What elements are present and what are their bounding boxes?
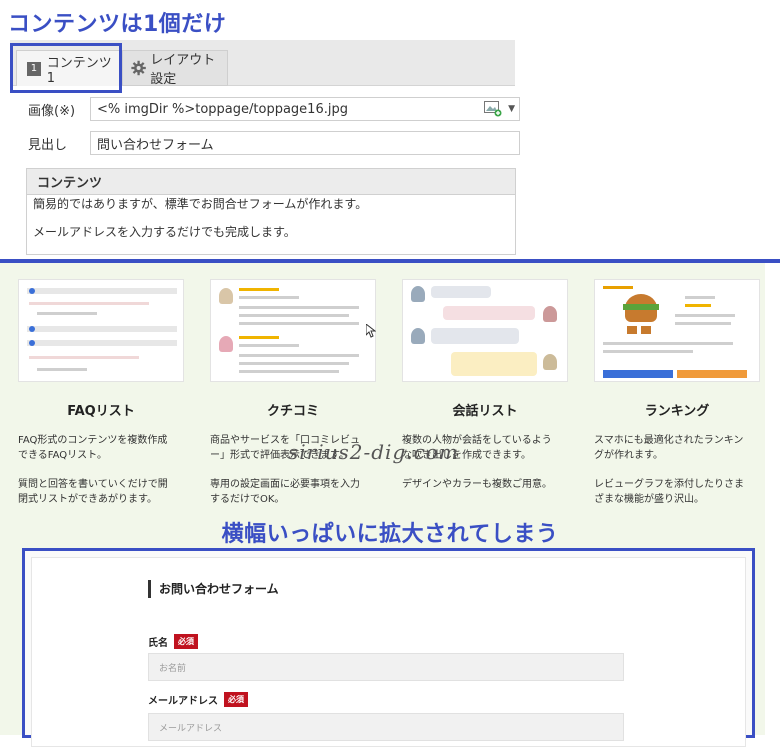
heading-input[interactable]: 問い合わせフォーム [90,131,520,155]
email-placeholder: メールアドレス [159,723,223,734]
email-label-text: メールアドレス [148,696,218,707]
name-input[interactable]: お名前 [148,653,624,681]
card-kuchikomi[interactable]: クチコミ 商品やサービスを「口コミレビュー」形式で評価表示できます。 専用の設定… [210,279,376,521]
card-desc-line: 専用の設定画面に必要事項を入力するだけでOK。 [210,479,360,505]
card-desc-line: 質問と回答を書いていくだけで開閉式リストができあがります。 [18,479,168,505]
content-editor[interactable]: コンテンツ 簡易的ではありますが、標準でお問合せフォームが作れます。 メールアド… [26,168,516,255]
image-row: 画像(※) <% imgDir %>toppage/toppage16.jpg … [10,96,520,122]
name-label-text: 氏名 [148,638,168,649]
feature-section: FAQリスト FAQ形式のコンテンツを複数作成できるFAQリスト。 質問と回答を… [0,263,765,747]
conversation-thumbnail [402,279,568,382]
annotation-frame: お問い合わせフォーム 氏名 必須 お名前 メールアドレス 必須 メールアドレス [22,548,755,747]
image-picker-button[interactable]: ▼ [484,101,515,117]
card-desc-line: FAQ形式のコンテンツを複数作成できるFAQリスト。 [18,435,168,461]
image-path-value: <% imgDir %>toppage/toppage16.jpg [97,101,348,117]
content-line: 簡易的ではありますが、標準でお問合せフォームが作れます。 [33,197,368,211]
annotation-highlight-box [10,43,122,93]
card-title: ランキング [644,404,710,419]
card-desc-line: スマホにも最適化されたランキングが作れます。 [594,435,744,461]
tab-layout-settings[interactable]: レイアウト設定 [122,50,228,87]
image-path-input[interactable]: <% imgDir %>toppage/toppage16.jpg ▼ [90,97,520,121]
tab-label: レイアウト設定 [150,53,216,87]
card-conversation[interactable]: 会話リスト 複数の人物が会話をしているような吹き出しを作成できます。 デザインや… [402,279,568,506]
kuchikomi-thumbnail [210,279,376,382]
required-badge: 必須 [224,692,248,707]
gear-icon [131,60,146,76]
annotation-title-mid: 横幅いっぱいに拡大されてしまう [221,522,559,547]
email-label: メールアドレス 必須 [148,692,248,707]
heading-label: 見出し [28,137,68,153]
content-line: メールアドレスを入力するだけでも完成します。 [33,225,296,239]
faq-thumbnail [18,279,184,382]
form-heading: お問い合わせフォーム [148,580,279,598]
card-ranking[interactable]: ランキング スマホにも最適化されたランキングが作れます。 レビューグラフを添付し… [594,279,760,521]
watermark-text: sirius2-dig.com [288,440,459,464]
image-label: 画像(※) [28,103,76,119]
chevron-down-icon: ▼ [508,104,515,114]
card-description: FAQ形式のコンテンツを複数作成できるFAQリスト。 質問と回答を書いていくだけ… [18,433,174,507]
annotation-title-top: コンテンツは1個だけ [8,12,227,37]
email-input[interactable]: メールアドレス [148,713,624,741]
ranking-thumbnail [594,279,760,382]
name-placeholder: お名前 [159,663,187,674]
card-title: クチコミ [266,404,319,419]
card-desc-line: デザインやカラーも複数ご用意。 [402,479,552,490]
card-description: スマホにも最適化されたランキングが作れます。 レビューグラフを添付したりさまざま… [594,433,750,507]
content-body[interactable]: 簡易的ではありますが、標準でお問合せフォームが作れます。 メールアドレスを入力す… [27,195,515,241]
image-add-icon [484,101,502,117]
content-header: コンテンツ [27,169,515,195]
card-title: 会話リスト [452,404,518,419]
mouse-cursor-icon [366,324,376,338]
heading-row: 見出し 問い合わせフォーム [10,130,520,156]
name-label: 氏名 必須 [148,634,198,649]
card-desc-line: レビューグラフを添付したりさまざまな機能が盛り沢山。 [594,479,744,505]
contact-form-preview: お問い合わせフォーム 氏名 必須 お名前 メールアドレス 必須 メールアドレス [31,557,746,747]
required-badge: 必須 [174,634,198,649]
editor-panel: 1 コンテンツ1 レイアウト設定 画像(※) <% imgDir %>toppa… [10,40,520,255]
heading-value: 問い合わせフォーム [97,137,214,153]
card-faq[interactable]: FAQリスト FAQ形式のコンテンツを複数作成できるFAQリスト。 質問と回答を… [18,279,184,521]
card-title: FAQリスト [67,404,135,419]
